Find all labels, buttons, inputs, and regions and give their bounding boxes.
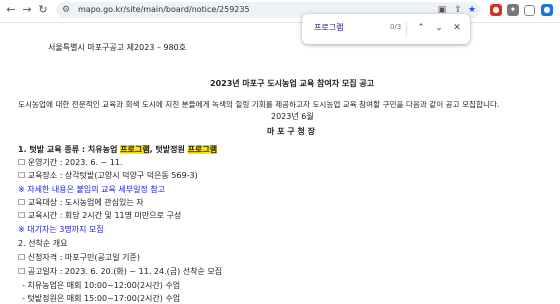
schedule-item: - 텃밭정원은 매회 15:00~17:00(2시간) 수업 [22,294,181,303]
reload-icon[interactable]: ↻ [36,3,50,17]
venue: ☐ 교육장소 : 상각텃밭(고양시 덕양구 덕은동 569-3) [18,171,198,180]
notice-issuer: 마 포 구 청 장 [267,127,315,136]
bookmark-star-icon[interactable]: ★ [466,4,478,16]
browser-toolbar: ← → ↻ ⚙ mapo.go.kr/site/main/board/notic… [0,0,560,23]
section-program-types: 1. 텃밭 교육 종류 : 치유농업 프로그램, 텃밭정원 프로그램 [18,145,218,154]
section-overview: 2. 선착순 개요 [18,239,68,248]
find-divider [406,22,407,36]
site-info-icon[interactable]: ⚙ [62,4,70,16]
notice-intro: 도시농업에 대한 전문적인 교육과 회색 도시에 지친 분들에게 녹색의 힐링 … [18,100,500,109]
notice-document: 서울특별시 마포구공고 제2023 – 980호 2023년 마포구 도시농업 … [0,23,560,304]
find-input[interactable]: 프로그램 [314,22,343,33]
find-prev-icon[interactable]: ⌃ [414,21,428,35]
search-highlight: 프로그램 [120,145,150,154]
find-count: 0/3 [390,23,402,31]
detail-note: ※ 자세한 내용은 붙임의 교육 세부일정 참고 [18,185,166,194]
url-text[interactable]: mapo.go.kr/site/main/board/notice/259235 [78,4,250,16]
sidepanel-icon[interactable] [524,5,535,16]
notice-title: 2023년 마포구 도시농업 교육 참여자 모집 공고 [210,79,375,88]
schedule-item: - 치유농업은 매회 10:00~12:00(2시간) 수업 [22,281,181,290]
waitlist-note: ※ 대기자는 3명까지 모집 [18,225,104,234]
operation-period: ☐ 운영기간 : 2023. 6. ~ 11. [18,158,123,167]
puzzle-icon[interactable]: ✦ [507,4,519,16]
target-audience: ☐ 교육대상 : 도시농업에 관심있는 자 [18,198,144,207]
search-highlight: 프로그램 [187,145,218,154]
application-period: ☐ 공고일자 : 2023. 6. 20.(화) ~ 11. 24.(금) 선착… [18,267,223,276]
extension-icon[interactable]: ● [490,4,502,16]
eligibility: ☐ 신청자격 : 마포구민(공고일 기준) [18,253,140,262]
class-time: ☐ 교육시간 : 회당 2시간 및 11명 미만으로 구성 [18,211,182,220]
back-icon[interactable]: ← [4,3,18,17]
notice-date: 2023년 6월 [271,112,314,121]
forward-icon[interactable]: → [20,3,34,17]
profile-avatar[interactable]: ● [541,4,553,16]
find-bar: 프로그램 0/3 ⌃ ⌄ ✕ [302,14,470,44]
find-next-icon[interactable]: ⌄ [432,21,446,35]
find-close-icon[interactable]: ✕ [450,21,464,35]
notice-number: 서울특별시 마포구공고 제2023 – 980호 [48,43,187,52]
